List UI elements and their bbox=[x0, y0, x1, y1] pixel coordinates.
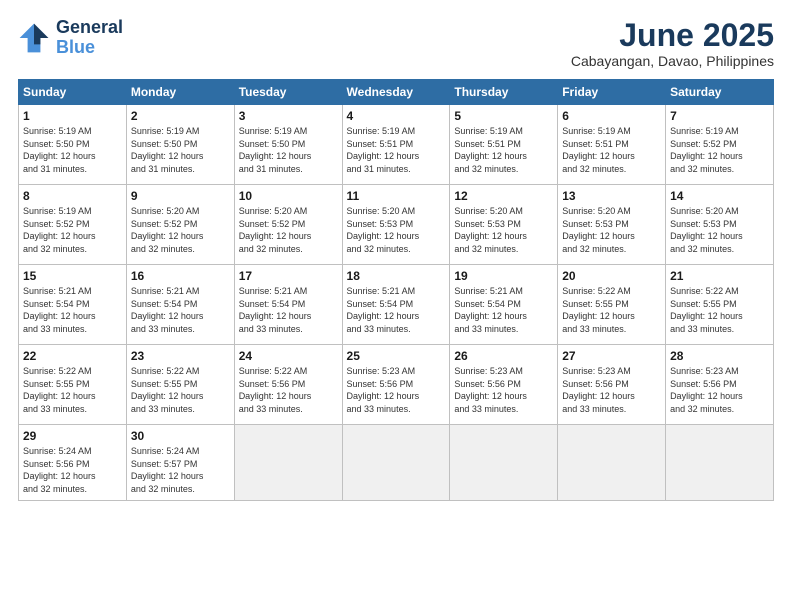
page: General Blue June 2025 Cabayangan, Davao… bbox=[0, 0, 792, 612]
table-row bbox=[558, 425, 666, 500]
table-row bbox=[450, 425, 558, 500]
calendar-table: Sunday Monday Tuesday Wednesday Thursday… bbox=[18, 79, 774, 500]
table-row: 6Sunrise: 5:19 AMSunset: 5:51 PMDaylight… bbox=[558, 105, 666, 185]
table-row: 20Sunrise: 5:22 AMSunset: 5:55 PMDayligh… bbox=[558, 265, 666, 345]
month-title: June 2025 bbox=[571, 18, 774, 53]
table-row: 11Sunrise: 5:20 AMSunset: 5:53 PMDayligh… bbox=[342, 185, 450, 265]
table-row: 12Sunrise: 5:20 AMSunset: 5:53 PMDayligh… bbox=[450, 185, 558, 265]
table-row bbox=[666, 425, 774, 500]
table-row: 5Sunrise: 5:19 AMSunset: 5:51 PMDaylight… bbox=[450, 105, 558, 185]
table-row: 24Sunrise: 5:22 AMSunset: 5:56 PMDayligh… bbox=[234, 345, 342, 425]
table-row: 4Sunrise: 5:19 AMSunset: 5:51 PMDaylight… bbox=[342, 105, 450, 185]
table-row bbox=[234, 425, 342, 500]
table-row: 23Sunrise: 5:22 AMSunset: 5:55 PMDayligh… bbox=[126, 345, 234, 425]
table-row: 21Sunrise: 5:22 AMSunset: 5:55 PMDayligh… bbox=[666, 265, 774, 345]
table-row: 8Sunrise: 5:19 AMSunset: 5:52 PMDaylight… bbox=[19, 185, 127, 265]
table-row: 30Sunrise: 5:24 AMSunset: 5:57 PMDayligh… bbox=[126, 425, 234, 500]
table-row: 16Sunrise: 5:21 AMSunset: 5:54 PMDayligh… bbox=[126, 265, 234, 345]
table-row: 27Sunrise: 5:23 AMSunset: 5:56 PMDayligh… bbox=[558, 345, 666, 425]
table-row bbox=[342, 425, 450, 500]
table-row: 29Sunrise: 5:24 AMSunset: 5:56 PMDayligh… bbox=[19, 425, 127, 500]
week-row-1: 1Sunrise: 5:19 AMSunset: 5:50 PMDaylight… bbox=[19, 105, 774, 185]
table-row: 28Sunrise: 5:23 AMSunset: 5:56 PMDayligh… bbox=[666, 345, 774, 425]
table-row: 15Sunrise: 5:21 AMSunset: 5:54 PMDayligh… bbox=[19, 265, 127, 345]
table-row: 9Sunrise: 5:20 AMSunset: 5:52 PMDaylight… bbox=[126, 185, 234, 265]
table-row: 1Sunrise: 5:19 AMSunset: 5:50 PMDaylight… bbox=[19, 105, 127, 185]
col-saturday: Saturday bbox=[666, 80, 774, 105]
table-row: 7Sunrise: 5:19 AMSunset: 5:52 PMDaylight… bbox=[666, 105, 774, 185]
table-row: 26Sunrise: 5:23 AMSunset: 5:56 PMDayligh… bbox=[450, 345, 558, 425]
table-row: 22Sunrise: 5:22 AMSunset: 5:55 PMDayligh… bbox=[19, 345, 127, 425]
table-row: 19Sunrise: 5:21 AMSunset: 5:54 PMDayligh… bbox=[450, 265, 558, 345]
location-subtitle: Cabayangan, Davao, Philippines bbox=[571, 53, 774, 69]
table-row: 13Sunrise: 5:20 AMSunset: 5:53 PMDayligh… bbox=[558, 185, 666, 265]
table-row: 18Sunrise: 5:21 AMSunset: 5:54 PMDayligh… bbox=[342, 265, 450, 345]
logo-text: General Blue bbox=[56, 18, 123, 58]
col-thursday: Thursday bbox=[450, 80, 558, 105]
table-row: 17Sunrise: 5:21 AMSunset: 5:54 PMDayligh… bbox=[234, 265, 342, 345]
header: General Blue June 2025 Cabayangan, Davao… bbox=[18, 18, 774, 69]
week-row-3: 15Sunrise: 5:21 AMSunset: 5:54 PMDayligh… bbox=[19, 265, 774, 345]
col-friday: Friday bbox=[558, 80, 666, 105]
table-row: 2Sunrise: 5:19 AMSunset: 5:50 PMDaylight… bbox=[126, 105, 234, 185]
logo-icon bbox=[18, 22, 50, 54]
table-row: 3Sunrise: 5:19 AMSunset: 5:50 PMDaylight… bbox=[234, 105, 342, 185]
col-tuesday: Tuesday bbox=[234, 80, 342, 105]
week-row-5: 29Sunrise: 5:24 AMSunset: 5:56 PMDayligh… bbox=[19, 425, 774, 500]
col-wednesday: Wednesday bbox=[342, 80, 450, 105]
table-row: 10Sunrise: 5:20 AMSunset: 5:52 PMDayligh… bbox=[234, 185, 342, 265]
logo: General Blue bbox=[18, 18, 123, 58]
title-block: June 2025 Cabayangan, Davao, Philippines bbox=[571, 18, 774, 69]
table-row: 25Sunrise: 5:23 AMSunset: 5:56 PMDayligh… bbox=[342, 345, 450, 425]
table-row: 14Sunrise: 5:20 AMSunset: 5:53 PMDayligh… bbox=[666, 185, 774, 265]
week-row-4: 22Sunrise: 5:22 AMSunset: 5:55 PMDayligh… bbox=[19, 345, 774, 425]
week-row-2: 8Sunrise: 5:19 AMSunset: 5:52 PMDaylight… bbox=[19, 185, 774, 265]
col-monday: Monday bbox=[126, 80, 234, 105]
header-row: Sunday Monday Tuesday Wednesday Thursday… bbox=[19, 80, 774, 105]
col-sunday: Sunday bbox=[19, 80, 127, 105]
